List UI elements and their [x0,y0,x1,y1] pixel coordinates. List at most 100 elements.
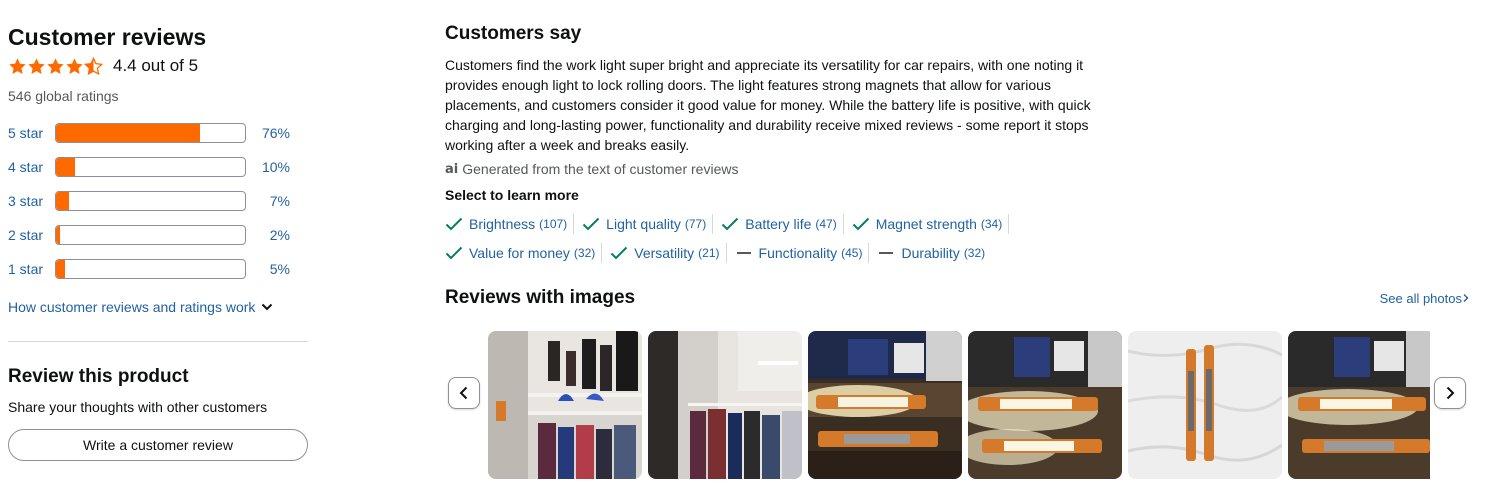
aspect-chip-functionality[interactable]: Functionality (45) [735,242,870,263]
histogram-label[interactable]: 3 star [8,193,55,209]
histogram-bar[interactable] [55,191,246,211]
histogram-row-4-star[interactable]: 4 star 10% [8,150,308,184]
average-rating-row[interactable]: 4.4 out of 5 [8,53,308,79]
check-icon [852,217,870,231]
reviews-heading: Customer reviews [8,24,207,50]
customer-reviews-summary: Customer reviews 4.4 out of 5 546 global… [8,22,308,461]
carousel-next-button[interactable] [1434,377,1466,409]
review-product-heading: Review this product [8,366,189,387]
chevron-right-icon[interactable] [1445,386,1455,400]
histogram-label[interactable]: 4 star [8,159,55,175]
chevron-down-icon[interactable] [261,302,273,312]
select-to-learn-heading: Select to learn more [445,187,579,203]
aspect-chip-row: Value for money (32) Versatility (21) Func… [445,238,1085,267]
aspect-label[interactable]: Battery life [745,216,811,232]
histogram-row-1-star[interactable]: 1 star 5% [8,252,308,286]
histogram-percent[interactable]: 10% [246,159,290,175]
aspect-label[interactable]: Durability [901,245,959,261]
histogram-percent[interactable]: 7% [246,193,290,209]
aspect-chip-durability[interactable]: Durability (32) [877,243,991,263]
customers-say-summary: Customers find the work light super brig… [445,57,1091,153]
review-image-thumbnail[interactable] [648,331,802,479]
star-rating [8,56,103,76]
review-image-thumbnail[interactable] [808,331,962,479]
aspect-count[interactable]: (107) [539,217,567,231]
aspect-label[interactable]: Magnet strength [876,216,977,232]
review-product-subtitle: Share your thoughts with other customers [8,399,268,415]
chevron-left-icon[interactable] [459,386,469,400]
global-ratings-count: 546 global ratings [8,88,119,104]
average-rating-text: 4.4 out of 5 [113,56,199,75]
histogram-bar[interactable] [55,259,246,279]
how-reviews-work-label[interactable]: How customer reviews and ratings work [8,299,255,315]
aspect-count[interactable]: (32) [574,246,595,260]
aspect-chip-battery-life[interactable]: Battery life (47) [721,213,844,234]
aspect-chips: Brightness (107) Light quality (77) Batter… [445,209,1085,267]
aspect-label[interactable]: Brightness [469,216,535,232]
ai-generated-note: ai Generated from the text of customer r… [445,159,1475,179]
star-full-icon [28,57,45,74]
star-half-icon [84,56,103,75]
histogram-fill [56,192,70,210]
check-icon [610,246,628,260]
histogram-fill [56,124,200,142]
check-icon [445,246,463,260]
star-full-icon [9,57,26,74]
histogram-bar[interactable] [55,123,246,143]
histogram-percent[interactable]: 76% [246,125,290,141]
aspect-count[interactable]: (77) [685,217,706,231]
review-image-thumbnail[interactable] [968,331,1122,479]
histogram-fill [56,226,60,244]
section-divider [8,341,308,342]
histogram-label[interactable]: 1 star [8,261,55,277]
carousel-prev-button[interactable] [448,377,480,409]
histogram-label[interactable]: 5 star [8,125,55,141]
histogram-row-2-star[interactable]: 2 star 2% [8,218,308,252]
aspect-chip-brightness[interactable]: Brightness (107) [445,213,575,234]
reviews-with-images-heading: Reviews with images [445,287,636,308]
aspect-count[interactable]: (21) [698,246,719,260]
histogram-percent[interactable]: 5% [246,261,290,277]
review-image-thumbnail[interactable] [1288,331,1430,479]
how-reviews-work-link[interactable]: How customer reviews and ratings work [8,299,308,315]
histogram-row-5-star[interactable]: 5 star 76% [8,116,308,150]
see-all-photos-link[interactable]: See all photos [1380,291,1470,306]
aspect-count[interactable]: (34) [981,217,1002,231]
review-images-carousel [445,331,1470,479]
aspect-count[interactable]: (32) [964,246,985,260]
histogram-fill [56,158,75,176]
write-review-button[interactable]: Write a customer review [8,429,308,461]
see-all-photos-label[interactable]: See all photos [1380,291,1462,306]
aspect-chip-value-for-money[interactable]: Value for money (32) [445,242,603,263]
dash-icon [735,246,753,260]
check-icon [582,217,600,231]
check-icon [445,217,463,231]
aspect-count[interactable]: (45) [841,246,862,260]
reviews-with-images-header: Reviews with images See all photos [445,287,1470,309]
aspect-chip-magnet-strength[interactable]: Magnet strength (34) [852,213,1010,234]
customers-say-heading: Customers say [445,23,582,44]
histogram-bar[interactable] [55,225,246,245]
chevron-right-icon[interactable] [1462,293,1470,303]
aspect-label[interactable]: Versatility [634,245,694,261]
ai-icon: ai [445,161,459,177]
ai-note-text: Generated from the text of customer revi… [462,161,739,177]
aspect-chip-versatility[interactable]: Versatility (21) [610,242,727,263]
aspect-label[interactable]: Value for money [469,245,570,261]
check-icon [721,217,739,231]
review-image-thumbnail[interactable] [1128,331,1282,479]
histogram-bar[interactable] [55,157,246,177]
aspect-count[interactable]: (47) [815,217,836,231]
aspect-label[interactable]: Light quality [606,216,681,232]
histogram-label[interactable]: 2 star [8,227,55,243]
dash-icon [877,246,895,260]
histogram-row-3-star[interactable]: 3 star 7% [8,184,308,218]
review-image-thumbnail[interactable] [488,331,642,479]
histogram-fill [56,260,66,278]
aspect-chip-row: Brightness (107) Light quality (77) Batter… [445,209,1085,238]
aspect-chip-light-quality[interactable]: Light quality (77) [582,213,714,234]
histogram-percent[interactable]: 2% [246,227,290,243]
aspect-label[interactable]: Functionality [759,245,838,261]
customers-say-section: Customers say Customers find the work li… [445,22,1475,479]
star-full-icon [47,57,64,74]
